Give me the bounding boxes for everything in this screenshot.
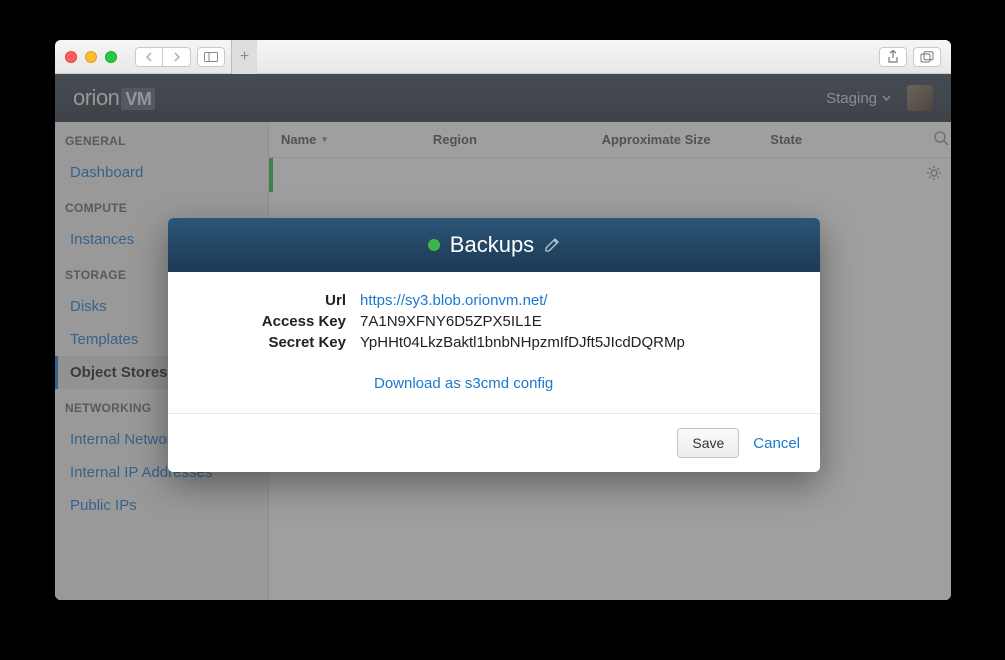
access-key-value: 7A1N9XFNY6D5ZPX5IL1E [360, 313, 542, 330]
tabs-button[interactable] [913, 47, 941, 67]
maximize-window-button[interactable] [105, 51, 117, 63]
sidebar-toggle-button[interactable] [197, 47, 225, 67]
close-window-button[interactable] [65, 51, 77, 63]
forward-button[interactable] [163, 47, 191, 67]
modal-body: Url https://sy3.blob.orionvm.net/ Access… [168, 272, 820, 413]
new-tab-button[interactable]: + [231, 40, 257, 74]
save-button[interactable]: Save [677, 428, 739, 458]
url-label: Url [192, 292, 360, 309]
back-button[interactable] [135, 47, 163, 67]
browser-window: + orionVM Staging GENERAL Dashboard COMP… [55, 40, 951, 600]
status-indicator-icon [428, 239, 440, 251]
share-button[interactable] [879, 47, 907, 67]
modal-title: Backups [450, 232, 534, 258]
modal-footer: Save Cancel [168, 413, 820, 472]
secret-key-label: Secret Key [192, 334, 360, 351]
edit-icon[interactable] [544, 237, 560, 253]
window-controls [65, 51, 117, 63]
titlebar: + [55, 40, 951, 74]
minimize-window-button[interactable] [85, 51, 97, 63]
url-value-link[interactable]: https://sy3.blob.orionvm.net/ [360, 292, 548, 309]
secret-key-value: YpHHt04LkzBaktl1bnbNHpzmIfDJft5JIcdDQRMp [360, 334, 685, 351]
cancel-button[interactable]: Cancel [753, 435, 800, 452]
access-key-label: Access Key [192, 313, 360, 330]
modal-header: Backups [168, 218, 820, 272]
download-config-link[interactable]: Download as s3cmd config [374, 375, 553, 392]
object-store-modal: Backups Url https://sy3.blob.orionvm.net… [168, 218, 820, 472]
